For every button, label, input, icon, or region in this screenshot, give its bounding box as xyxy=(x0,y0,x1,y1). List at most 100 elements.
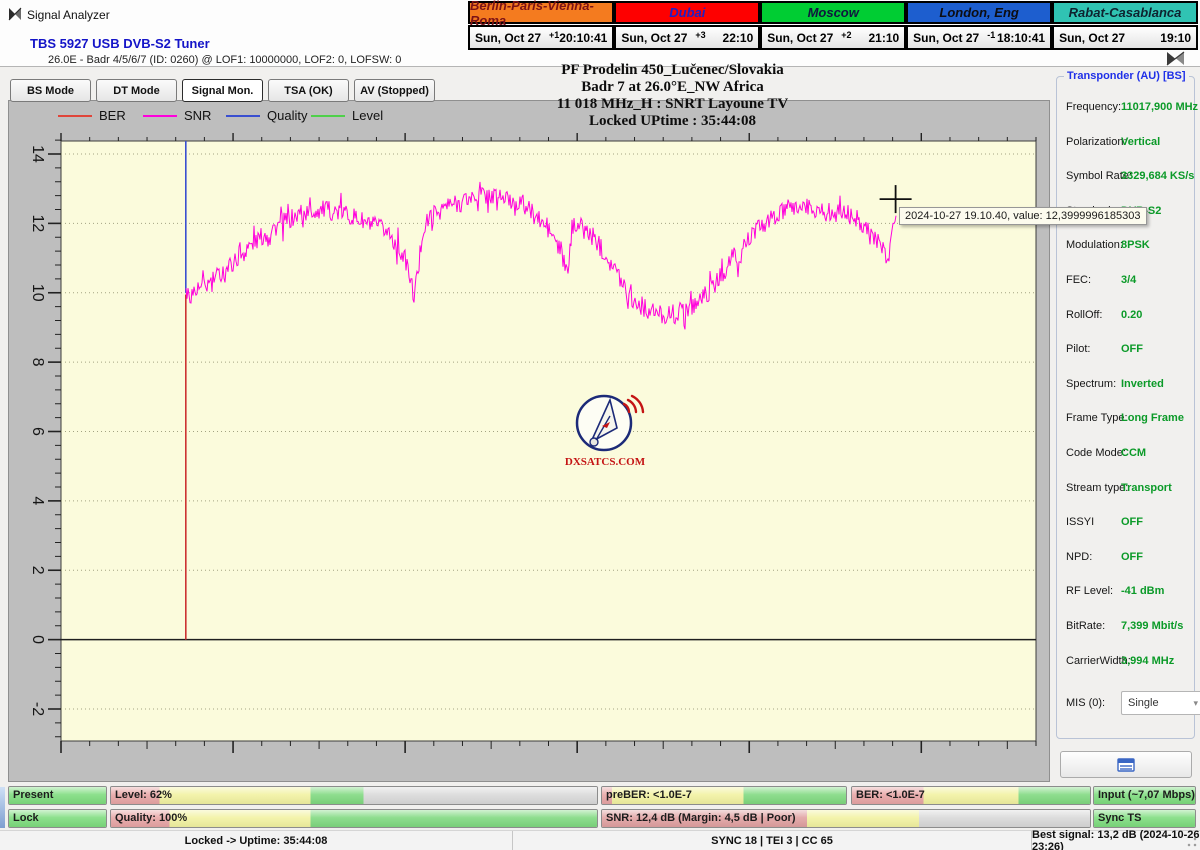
clock-date: Sun, Oct 27 xyxy=(767,31,833,45)
world-clocks: Berlin-Paris-Vienna-Roma Sun, Oct 27 +1 … xyxy=(468,1,1198,50)
bar-quality: Quality: 100% xyxy=(110,809,598,828)
svg-text:2: 2 xyxy=(29,566,46,575)
transponder-row-fec: FEC: 3/4 xyxy=(1066,274,1190,288)
transponder-value: Transport xyxy=(1121,482,1172,494)
transponder-label: NPD: xyxy=(1066,551,1092,565)
bar-present: Present xyxy=(8,786,107,805)
clock-time-value: 19:10 xyxy=(1160,31,1191,45)
transponder-value: 3,994 MHz xyxy=(1121,655,1174,667)
svg-text:0: 0 xyxy=(29,635,46,644)
transponder-value: Vertical xyxy=(1121,136,1160,148)
edge-accent xyxy=(0,787,5,828)
clock-5: Rabat-Casablanca Sun, Oct 27 19:10 xyxy=(1052,1,1198,50)
legend-label: Level xyxy=(352,108,383,123)
legend-swatch xyxy=(226,115,260,117)
tuner-details: 26.0E - Badr 4/5/6/7 (ID: 0260) @ LOF1: … xyxy=(48,54,401,66)
bar-preber: preBER: <1.0E-7 xyxy=(601,786,847,805)
transponder-value: -41 dBm xyxy=(1121,585,1164,597)
signal-chart-panel: 14121086420-2 BERSNRQualityLevel DXSATCS… xyxy=(8,100,1050,782)
clock-datetime: Sun, Oct 27 -1 18:10:41 xyxy=(906,25,1052,50)
status-uptime: Locked -> Uptime: 35:44:08 xyxy=(0,831,513,850)
svg-text:4: 4 xyxy=(29,496,46,505)
transponder-label: ISSYI xyxy=(1066,516,1094,530)
bar-input: Input (~7,07 Mbps) xyxy=(1093,786,1196,805)
transponder-row-pilot: Pilot: OFF xyxy=(1066,343,1190,357)
signal-analyzer-window: Signal Analyzer TBS 5927 USB DVB-S2 Tune… xyxy=(0,0,1200,850)
clock-date: Sun, Oct 27 xyxy=(621,31,687,45)
transponder-row-issyi: ISSYI OFF xyxy=(1066,516,1190,530)
transponder-row-stream-type: Stream type: Transport xyxy=(1066,482,1190,496)
clock-utc-offset: -1 xyxy=(987,30,995,40)
transponder-row-npd: NPD: OFF xyxy=(1066,551,1190,565)
clock-3: Moscow Sun, Oct 27 +2 21:10 xyxy=(760,1,906,50)
clock-city: Berlin-Paris-Vienna-Roma xyxy=(468,1,614,24)
mis-label: MIS (0): xyxy=(1066,697,1105,709)
bar-snr: SNR: 12,4 dB (Margin: 4,5 dB | Poor) xyxy=(601,809,1091,828)
clock-city: London, Eng xyxy=(906,1,1052,24)
clock-city: Rabat-Casablanca xyxy=(1052,1,1198,24)
bar-label: Level: 62% xyxy=(115,789,172,801)
transponder-value: 0.20 xyxy=(1121,309,1142,321)
transponder-row-frequency: Frequency: 11017,900 MHz xyxy=(1066,101,1190,115)
transponder-panel-title: Transponder (AU) [BS] xyxy=(1064,70,1189,82)
legend-item-snr: SNR xyxy=(143,108,211,123)
clock-time-value: 20:10:41 xyxy=(559,31,607,45)
snr-trend-chart[interactable]: 14121086420-2 xyxy=(9,101,1049,781)
clock-datetime: Sun, Oct 27 +1 20:10:41 xyxy=(468,25,614,50)
mode-tabs: BS ModeDT ModeSignal Mon.TSA (OK)AV (Sto… xyxy=(10,79,435,102)
clock-time-value: 21:10 xyxy=(868,31,899,45)
bar-label: preBER: <1.0E-7 xyxy=(606,789,692,801)
bar-label: Input (~7,07 Mbps) xyxy=(1098,789,1195,801)
transponder-row-rolloff: RollOff: 0.20 xyxy=(1066,309,1190,323)
tab-av-stopped[interactable]: AV (Stopped) xyxy=(354,79,435,102)
clock-datetime: Sun, Oct 27 +3 22:10 xyxy=(614,25,760,50)
clock-datetime: Sun, Oct 27 19:10 xyxy=(1052,25,1198,50)
transponder-label: RollOff: xyxy=(1066,309,1102,323)
transponder-value: OFF xyxy=(1121,551,1143,563)
save-button[interactable] xyxy=(1060,751,1192,778)
svg-text:10: 10 xyxy=(29,284,46,302)
clock-date: Sun, Oct 27 xyxy=(475,31,541,45)
svg-text:8: 8 xyxy=(29,358,46,367)
save-icon xyxy=(1117,758,1135,772)
clock-utc-offset: +2 xyxy=(841,30,851,40)
transponder-row-carrierwidth: CarrierWidth: 3,994 MHz xyxy=(1066,655,1190,669)
bar-label: Quality: 100% xyxy=(115,812,187,824)
corner-logo-icon xyxy=(1164,50,1186,70)
clock-4: London, Eng Sun, Oct 27 -1 18:10:41 xyxy=(906,1,1052,50)
transponder-label: FEC: xyxy=(1066,274,1091,288)
tab-dt-mode[interactable]: DT Mode xyxy=(96,79,177,102)
transponder-label: RF Level: xyxy=(1066,585,1113,599)
transponder-label: Spectrum: xyxy=(1066,378,1116,392)
transponder-row-bitrate: BitRate: 7,399 Mbit/s xyxy=(1066,620,1190,634)
clock-datetime: Sun, Oct 27 +2 21:10 xyxy=(760,25,906,50)
tab-bs-mode[interactable]: BS Mode xyxy=(10,79,91,102)
svg-text:12: 12 xyxy=(29,214,46,232)
transponder-value: 3329,684 KS/s xyxy=(1121,170,1194,182)
chevron-down-icon: ▾ xyxy=(1193,698,1198,709)
resize-grip[interactable] xyxy=(1186,836,1198,848)
transponder-label: BitRate: xyxy=(1066,620,1105,634)
site-header-block: PF Prodelin 450_Lučenec/Slovakia Badr 7 … xyxy=(400,62,945,130)
svg-text:6: 6 xyxy=(29,427,46,436)
header-line-dish: PF Prodelin 450_Lučenec/Slovakia xyxy=(400,62,945,79)
clock-time-value: 22:10 xyxy=(723,31,754,45)
legend-swatch xyxy=(58,115,92,117)
tab-tsa-ok[interactable]: TSA (OK) xyxy=(268,79,349,102)
transponder-label: Modulation: xyxy=(1066,239,1123,253)
legend-label: Quality xyxy=(267,108,307,123)
clock-time-value: 18:10:41 xyxy=(997,31,1045,45)
legend-swatch xyxy=(311,115,345,117)
transponder-label: Stream type: xyxy=(1066,482,1128,496)
legend-item-ber: BER xyxy=(58,108,126,123)
mis-row: MIS (0): Single ▾ xyxy=(1066,697,1188,709)
watermark-text: DXSATCS.COM xyxy=(565,456,646,468)
bar-syncts: Sync TS xyxy=(1093,809,1196,828)
transponder-row-rf-level: RF Level: -41 dBm xyxy=(1066,585,1190,599)
transponder-label: Polarization: xyxy=(1066,136,1127,150)
tab-signal-mon[interactable]: Signal Mon. xyxy=(182,79,263,102)
mis-select[interactable]: Single ▾ xyxy=(1121,691,1200,715)
status-best-signal: Best signal: 13,2 dB (2024-10-26 23:26) xyxy=(1032,831,1200,850)
transponder-value: Inverted xyxy=(1121,378,1164,390)
tuner-title: TBS 5927 USB DVB-S2 Tuner xyxy=(30,36,210,51)
